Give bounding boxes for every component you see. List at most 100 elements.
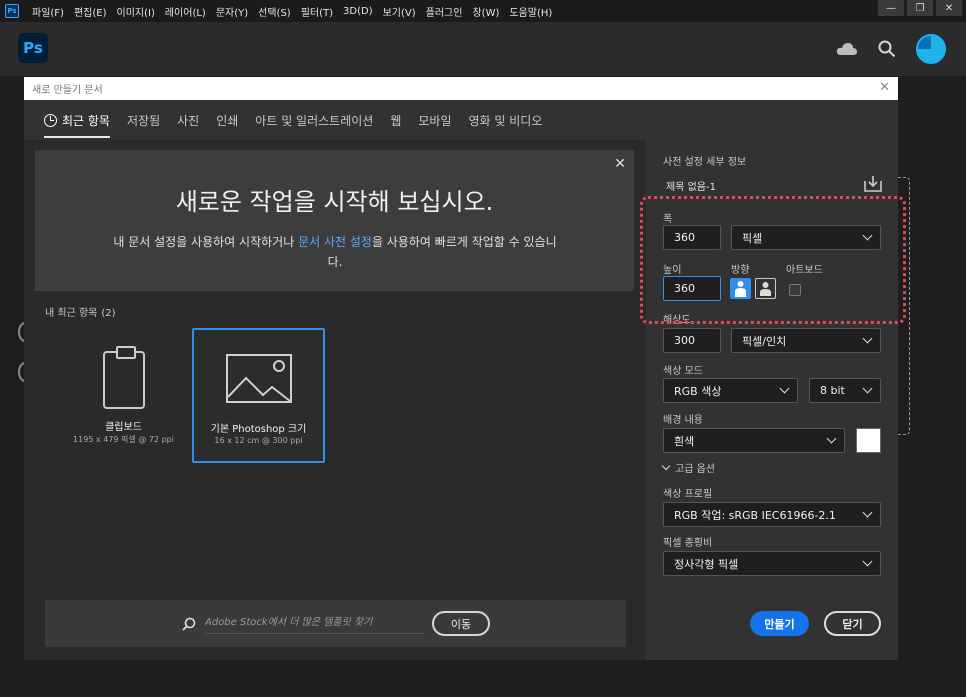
banner-desc-text: 내 문서 설정을 사용하여 시작하거나 [113, 235, 299, 249]
chevron-down-icon [826, 433, 837, 444]
menu-window[interactable]: 창(W) [467, 4, 504, 19]
restore-button[interactable]: ❐ [907, 0, 933, 16]
color-mode-select[interactable]: RGB 색상 [663, 378, 798, 403]
landscape-orientation-button[interactable] [755, 278, 776, 299]
background-select[interactable]: 흰색 [663, 428, 845, 453]
menu-select[interactable]: 선택(S) [253, 4, 296, 19]
width-unit-select[interactable]: 픽셀 [731, 225, 881, 250]
header-icons [816, 34, 946, 64]
cloud-icon[interactable] [836, 42, 858, 56]
recent-item-title: 클립보드 [105, 422, 142, 433]
tab-mobile[interactable]: 모바일 [418, 100, 451, 140]
pixel-aspect-select[interactable]: 정사각형 픽셀 [663, 551, 881, 576]
width-label: 폭 [663, 214, 673, 225]
new-document-dialog: 새로 만들기 문서 ✕ 최근 항목 저장됨 사진 인쇄 아트 및 일러스트레이션… [24, 77, 898, 660]
tab-label: 최근 항목 [62, 113, 110, 128]
portrait-person-icon [735, 281, 746, 297]
close-button[interactable]: 닫기 [824, 611, 881, 636]
advanced-options-label: 고급 옵션 [675, 464, 715, 475]
recent-items-label: 내 최근 항목 (2) [45, 304, 116, 319]
close-window-button[interactable]: ✕ [936, 0, 962, 16]
search-icon[interactable] [878, 40, 896, 58]
color-mode-value: RGB 색상 [674, 384, 722, 398]
landscape-person-icon [760, 282, 771, 296]
tab-photo[interactable]: 사진 [177, 100, 199, 140]
menu-view[interactable]: 보기(V) [378, 4, 421, 19]
recent-count: (2) [101, 308, 116, 319]
go-button[interactable]: 이동 [432, 611, 490, 636]
advanced-options-toggle[interactable]: 고급 옵션 [661, 460, 715, 475]
menu-help[interactable]: 도움말(H) [504, 4, 557, 19]
dialog-close-icon[interactable]: ✕ [879, 80, 890, 95]
tab-recent[interactable]: 최근 항목 [44, 100, 110, 140]
portrait-orientation-button[interactable] [730, 278, 751, 299]
menu-filter[interactable]: 필터(T) [296, 4, 338, 19]
chevron-down-icon [862, 383, 873, 394]
chevron-down-icon [862, 556, 873, 567]
document-name[interactable]: 제목 없음-1 [666, 178, 716, 193]
window-controls: — ❐ ✕ [875, 0, 962, 16]
background-value: 흰색 [674, 434, 695, 448]
menu-type[interactable]: 문자(Y) [211, 4, 253, 19]
chevron-down-icon [661, 461, 671, 471]
presets-pane: ✕ 새로운 작업을 시작해 보십시오. 내 문서 설정을 사용하여 시작하거나 … [24, 140, 646, 660]
pixel-aspect-label: 픽셀 종횡비 [663, 538, 713, 549]
color-profile-label: 색상 프로필 [663, 489, 713, 500]
bit-depth-select[interactable]: 8 bit [809, 378, 881, 403]
recent-item-meta: 16 x 12 cm @ 300 ppi [214, 436, 303, 445]
menu-layer[interactable]: 레이어(L) [160, 4, 211, 19]
create-button[interactable]: 만들기 [750, 611, 809, 636]
menu-bar: Ps 파일(F) 편집(E) 이미지(I) 레이어(L) 문자(Y) 선택(S)… [0, 0, 966, 22]
photoshop-app-icon: Ps [5, 4, 19, 18]
resolution-label: 해상도 [663, 315, 691, 326]
chevron-down-icon [862, 333, 873, 344]
recent-item-title: 기본 Photoshop 크기 [210, 424, 307, 435]
artboard-label: 아트보드 [786, 265, 823, 276]
chevron-down-icon [862, 507, 873, 518]
resolution-input[interactable] [663, 328, 721, 353]
search-icon [182, 617, 196, 631]
menu-edit[interactable]: 편집(E) [69, 4, 112, 19]
workspace-left-edge [0, 76, 24, 697]
user-avatar[interactable] [916, 34, 946, 64]
menu-plugins[interactable]: 플러그인 [421, 4, 468, 19]
recent-item-clipboard[interactable]: 클립보드 1195 x 479 픽셀 @ 72 ppi [57, 328, 190, 463]
resolution-unit-value: 픽셀/인치 [742, 334, 787, 348]
banner-description: 내 문서 설정을 사용하여 시작하거나 문서 사전 설정을 사용하여 빠르게 작… [111, 232, 559, 272]
width-input[interactable] [663, 225, 721, 250]
document-presets-link[interactable]: 문서 사전 설정 [298, 235, 372, 249]
recent-item-default-size[interactable]: 기본 Photoshop 크기 16 x 12 cm @ 300 ppi [192, 328, 325, 463]
clipboard-icon [103, 346, 145, 409]
app-header: Ps [0, 22, 966, 76]
menu-image[interactable]: 이미지(I) [112, 4, 160, 19]
tab-saved[interactable]: 저장됨 [127, 100, 160, 140]
menu-file[interactable]: 파일(F) [27, 4, 69, 19]
stock-search-bar: 이동 [45, 600, 626, 647]
preset-details-pane: 사전 설정 세부 정보 제목 없음-1 폭 픽셀 높이 방향 아트보드 [646, 140, 898, 660]
minimize-button[interactable]: — [878, 0, 904, 16]
height-label: 높이 [663, 265, 682, 276]
stock-search-input[interactable] [205, 612, 424, 634]
tab-film-video[interactable]: 영화 및 비디오 [469, 100, 543, 140]
background-label: 배경 내용 [663, 415, 703, 426]
preset-tabs: 최근 항목 저장됨 사진 인쇄 아트 및 일러스트레이션 웹 모바일 영화 및 … [24, 100, 898, 140]
color-profile-select[interactable]: RGB 작업: sRGB IEC61966-2.1 [663, 502, 881, 527]
banner-close-icon[interactable]: ✕ [614, 156, 626, 172]
menu-3d[interactable]: 3D(D) [338, 6, 378, 17]
resolution-unit-select[interactable]: 픽셀/인치 [731, 328, 881, 353]
pixel-aspect-value: 정사각형 픽셀 [674, 557, 739, 571]
photoshop-logo[interactable]: Ps [18, 33, 48, 63]
welcome-banner: ✕ 새로운 작업을 시작해 보십시오. 내 문서 설정을 사용하여 시작하거나 … [35, 150, 634, 291]
height-input[interactable] [663, 276, 721, 301]
artboard-checkbox[interactable] [789, 284, 801, 296]
tab-art-illustration[interactable]: 아트 및 일러스트레이션 [255, 100, 373, 140]
save-preset-icon[interactable] [864, 175, 882, 192]
tab-print[interactable]: 인쇄 [216, 100, 238, 140]
color-mode-label: 색상 모드 [663, 366, 703, 377]
canvas-edge-outline [898, 177, 910, 435]
clock-icon [44, 113, 57, 127]
background-color-swatch[interactable] [856, 428, 881, 453]
tab-web[interactable]: 웹 [390, 100, 401, 140]
bit-depth-value: 8 bit [820, 384, 845, 397]
preset-details-heading: 사전 설정 세부 정보 [663, 157, 747, 168]
